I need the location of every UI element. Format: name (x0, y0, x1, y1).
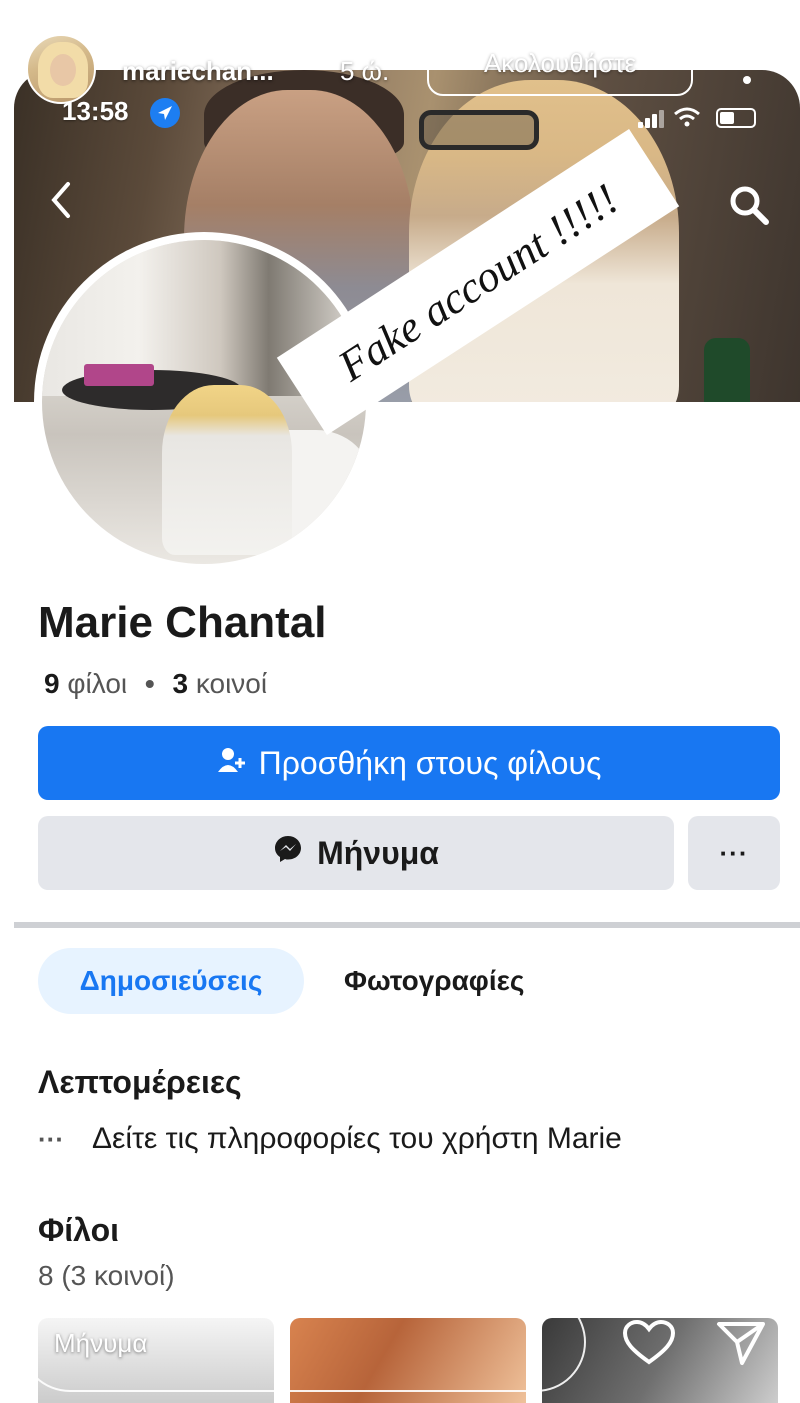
friends-summary[interactable]: 9 φίλοι • 3 κοινοί (44, 668, 267, 700)
add-friend-button[interactable]: Προσθήκη στους φίλους (38, 726, 780, 800)
story-user-avatar[interactable] (26, 34, 96, 104)
battery-icon (716, 108, 756, 128)
ellipsis-icon: ··· (38, 1123, 64, 1154)
profile-name: Marie Chantal (38, 598, 327, 647)
message-button[interactable]: Μήνυμα (38, 816, 674, 890)
mutual-count: 3 (172, 668, 189, 699)
friends-count: 9 (44, 668, 60, 699)
add-friend-label: Προσθήκη στους φίλους (258, 744, 602, 781)
messenger-icon (273, 834, 303, 872)
details-row-text: Δείτε τις πληροφορίες του χρήστη Marie (91, 1122, 622, 1155)
tab-photos[interactable]: Φωτογραφίες (344, 948, 524, 1014)
more-options-button[interactable]: ··· (688, 816, 780, 890)
friends-count-text: 8 (3 κοινοί) (38, 1260, 175, 1291)
story-header: mariechan... 5 ώ. Ακολουθήστε (0, 30, 800, 110)
add-friend-icon (217, 745, 247, 782)
message-label: Μήνυμα (317, 834, 439, 871)
story-username[interactable]: mariechan... (122, 56, 274, 87)
send-icon[interactable] (716, 1320, 766, 1366)
story-time-ago: 5 ώ. (340, 56, 390, 86)
details-heading: Λεπτομέρειες (38, 1064, 242, 1100)
heart-icon[interactable] (622, 1319, 676, 1366)
details-row[interactable]: ··· Δείτε τις πληροφορίες του χρήστη Mar… (38, 1122, 622, 1156)
more-vertical-icon[interactable] (735, 40, 759, 90)
facebook-profile-screenshot: 13:58 Fake account !!!!! Marie Chantal 9… (14, 70, 800, 1403)
friends-heading: Φίλοι (38, 1212, 119, 1248)
back-chevron-icon[interactable] (44, 178, 78, 222)
search-icon[interactable] (726, 182, 772, 228)
story-reply-placeholder: Μήνυμα (54, 1328, 148, 1358)
tab-posts[interactable]: Δημοσιεύσεις (38, 948, 304, 1014)
friends-word: φίλοι (67, 668, 128, 699)
section-divider (14, 922, 800, 928)
follow-button[interactable]: Ακολουθήστε (427, 30, 693, 96)
story-progress-bar (12, 8, 788, 12)
mutual-word: κοινοί (195, 668, 268, 699)
